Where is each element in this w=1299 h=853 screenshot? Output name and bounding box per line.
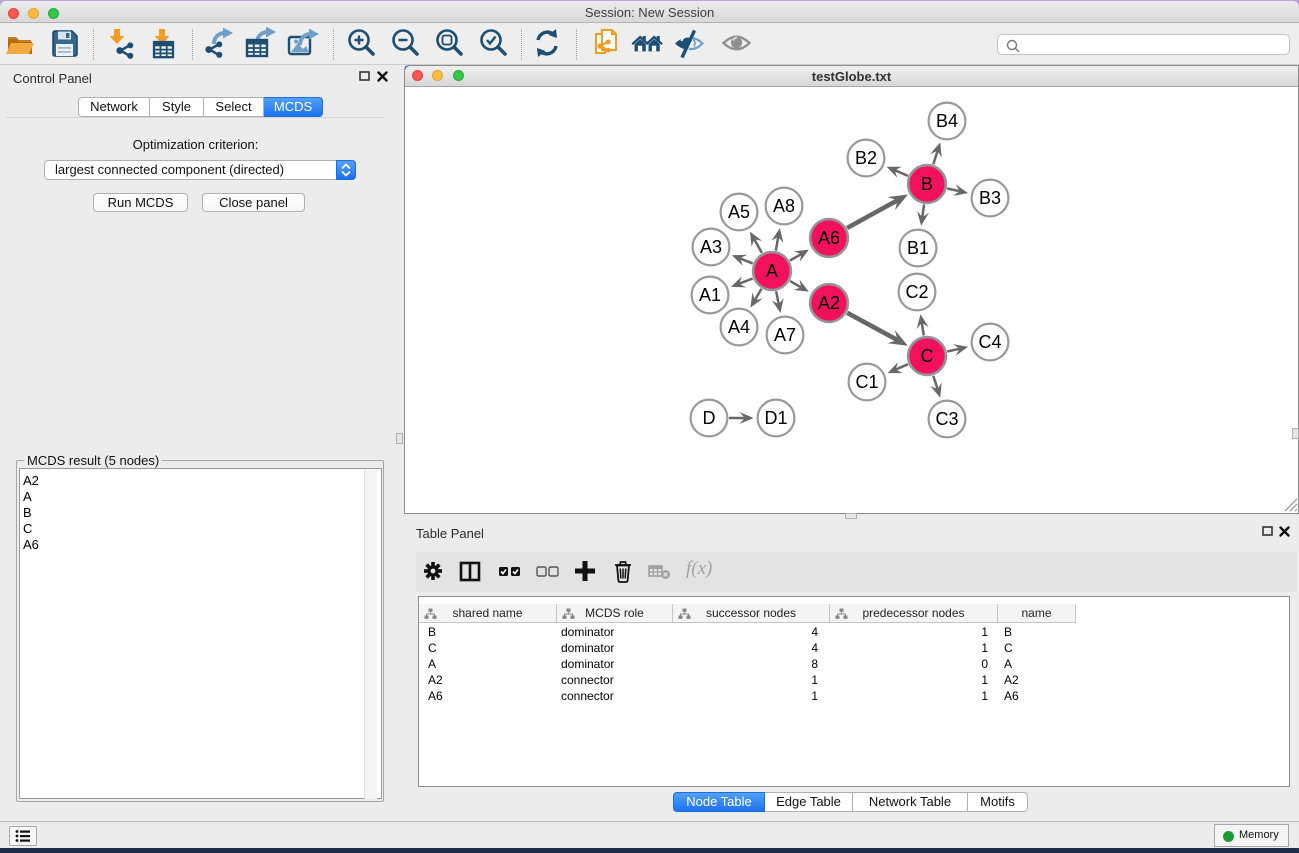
svg-text:C4: C4 <box>978 332 1001 352</box>
svg-text:D1: D1 <box>764 408 787 428</box>
svg-text:B3: B3 <box>979 188 1001 208</box>
svg-text:A6: A6 <box>818 228 840 248</box>
svg-text:B1: B1 <box>907 238 929 258</box>
svg-text:B: B <box>921 174 933 194</box>
svg-text:A7: A7 <box>774 325 796 345</box>
svg-text:A8: A8 <box>773 196 795 216</box>
svg-text:A1: A1 <box>699 285 721 305</box>
svg-text:D: D <box>703 408 716 428</box>
svg-text:A3: A3 <box>700 237 722 257</box>
svg-text:A: A <box>766 261 778 281</box>
svg-text:A2: A2 <box>818 293 840 313</box>
svg-text:B2: B2 <box>855 148 877 168</box>
svg-text:C: C <box>921 346 934 366</box>
svg-text:C3: C3 <box>935 409 958 429</box>
svg-text:C2: C2 <box>905 282 928 302</box>
svg-text:C1: C1 <box>855 372 878 392</box>
svg-text:A4: A4 <box>728 317 750 337</box>
svg-text:B4: B4 <box>936 111 958 131</box>
svg-text:A5: A5 <box>728 202 750 222</box>
